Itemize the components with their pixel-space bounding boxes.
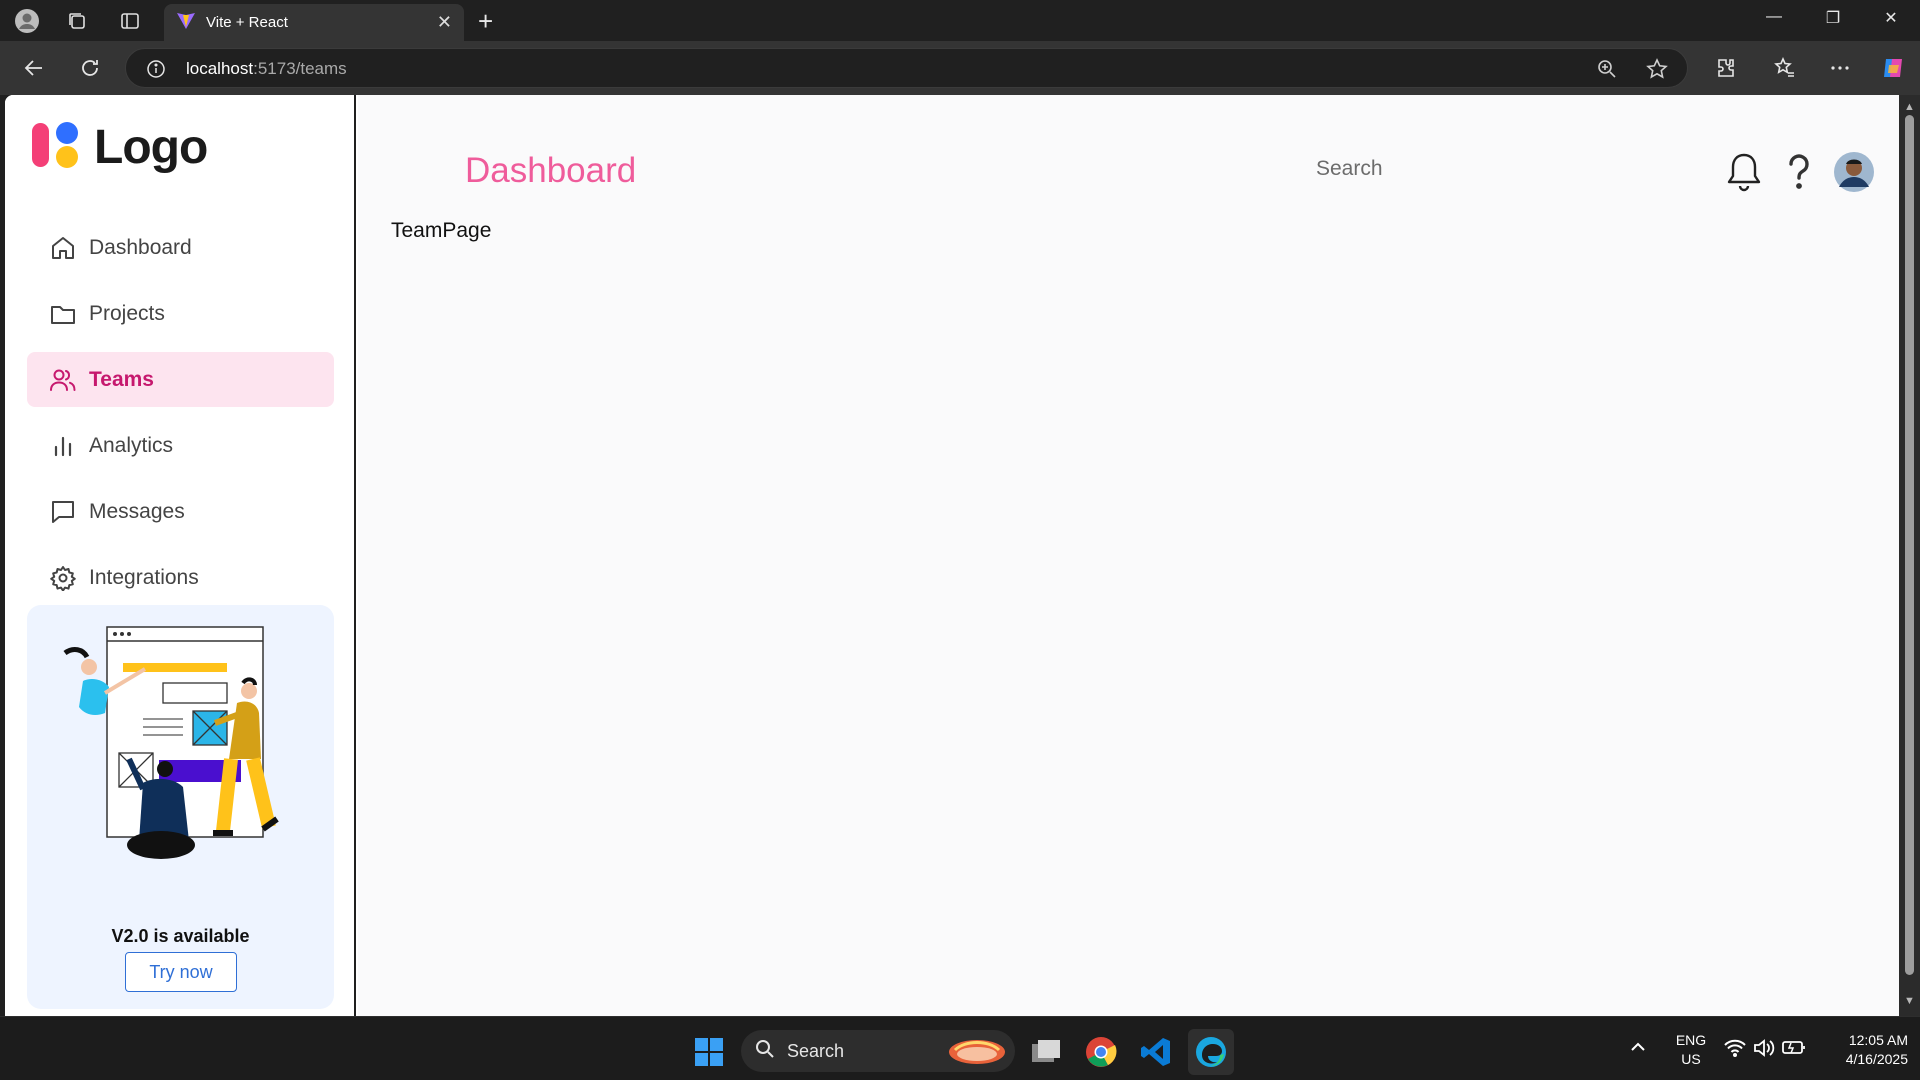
upgrade-promo-card: V2.0 is available Try now (27, 605, 334, 1009)
clock-time: 12:05 AM (1848, 1032, 1908, 1048)
main-content-area: Dashboard Search TeamPage (358, 95, 1899, 1016)
copilot-icon[interactable] (1879, 54, 1907, 82)
browser-toolbar: localhost:5173/teams (0, 41, 1920, 95)
tab-close-icon[interactable]: ✕ (437, 12, 452, 33)
workspaces-icon[interactable] (64, 8, 90, 34)
users-icon (49, 366, 77, 394)
more-options-icon[interactable] (1826, 54, 1854, 82)
refresh-icon[interactable] (76, 54, 104, 82)
sidebar-item-label: Messages (89, 499, 185, 523)
page-scrollbar[interactable]: ▲ ▼ (1899, 95, 1920, 1016)
chevron-up-icon[interactable] (1630, 1039, 1646, 1058)
gear-icon (49, 564, 77, 592)
help-icon[interactable] (1777, 150, 1821, 194)
language-indicator[interactable]: ENG US (1672, 1031, 1710, 1069)
search-input[interactable]: Search (1316, 157, 1383, 181)
file-explorer-icon[interactable] (1023, 1029, 1069, 1075)
chat-icon (49, 498, 77, 526)
taskbar-search-label: Search (787, 1040, 845, 1061)
edge-icon[interactable] (1188, 1029, 1234, 1075)
favorite-star-icon[interactable] (1646, 58, 1668, 85)
vite-logo-icon (176, 10, 196, 35)
language-code: ENG (1675, 1032, 1707, 1048)
close-window-button[interactable]: ✕ (1871, 8, 1911, 28)
maximize-button[interactable]: ❐ (1813, 8, 1853, 28)
search-icon (755, 1039, 775, 1064)
clock-date: 4/16/2025 (1845, 1051, 1908, 1067)
folder-icon (49, 300, 77, 328)
wifi-icon[interactable] (1724, 1039, 1746, 1062)
volume-icon[interactable] (1753, 1038, 1775, 1063)
search-highlight-icon (947, 1036, 1007, 1071)
sidebar-item-integrations[interactable]: Integrations (27, 550, 334, 605)
promo-title: V2.0 is available (111, 926, 250, 946)
sidebar-item-analytics[interactable]: Analytics (27, 418, 334, 473)
bar-chart-icon (49, 432, 77, 460)
logo[interactable]: Logo (30, 119, 208, 176)
scroll-down-icon[interactable]: ▼ (1903, 995, 1916, 1008)
favorites-icon[interactable] (1771, 54, 1799, 82)
url-text: localhost:5173/teams (186, 59, 347, 78)
chrome-icon[interactable] (1078, 1029, 1124, 1075)
page-viewport: Logo Dashboard Projects Teams Analytics … (5, 95, 1899, 1016)
scrollbar-thumb[interactable] (1905, 115, 1914, 975)
sidebar-item-dashboard[interactable]: Dashboard (27, 220, 334, 275)
minimize-button[interactable]: — (1754, 8, 1794, 26)
sidebar-item-label: Projects (89, 301, 165, 325)
logo-mark-icon (30, 119, 80, 176)
team-page-text: TeamPage (391, 219, 492, 242)
logo-text: Logo (94, 121, 208, 174)
zoom-icon[interactable] (1596, 58, 1618, 85)
sidebar-item-label: Analytics (89, 433, 174, 457)
site-info-icon[interactable] (146, 59, 166, 84)
sidebar-item-label: Integrations (89, 565, 199, 589)
profile-icon[interactable] (14, 8, 40, 34)
address-bar[interactable]: localhost:5173/teams (125, 48, 1688, 88)
sidebar-item-messages[interactable]: Messages (27, 484, 334, 539)
browser-tab-active[interactable]: Vite + React ✕ (164, 4, 464, 41)
extensions-icon[interactable] (1711, 54, 1739, 82)
sidebar: Logo Dashboard Projects Teams Analytics … (5, 95, 356, 1016)
back-icon[interactable] (20, 54, 48, 82)
vertical-tabs-icon[interactable] (117, 8, 143, 34)
taskbar-search[interactable]: Search (741, 1030, 1015, 1072)
vscode-icon[interactable] (1133, 1029, 1179, 1075)
clock[interactable]: 12:05 AM 4/16/2025 (1818, 1031, 1908, 1069)
browser-tab-bar: Vite + React ✕ + — ❐ ✕ (0, 0, 1920, 41)
new-tab-button[interactable]: + (478, 6, 493, 37)
page-title: Dashboard (465, 151, 637, 190)
sidebar-item-projects[interactable]: Projects (27, 286, 334, 341)
region-code: US (1681, 1051, 1701, 1067)
windows-start-icon[interactable] (686, 1029, 732, 1075)
try-now-button[interactable]: Try now (125, 952, 237, 992)
tab-title: Vite + React (206, 14, 288, 31)
team-collaboration-illustration (47, 623, 317, 928)
taskbar: Search ENG US 12:05 AM 4/16/2025 (0, 1016, 1920, 1080)
sidebar-item-label: Dashboard (89, 235, 192, 259)
sidebar-nav: Dashboard Projects Teams Analytics Messa… (27, 220, 334, 616)
sidebar-item-teams[interactable]: Teams (27, 352, 334, 407)
bell-icon[interactable] (1722, 150, 1766, 194)
scroll-up-icon[interactable]: ▲ (1903, 101, 1916, 114)
battery-icon[interactable] (1782, 1039, 1806, 1060)
sidebar-item-label: Teams (89, 367, 154, 391)
home-icon (49, 234, 77, 262)
avatar[interactable] (1832, 150, 1876, 194)
